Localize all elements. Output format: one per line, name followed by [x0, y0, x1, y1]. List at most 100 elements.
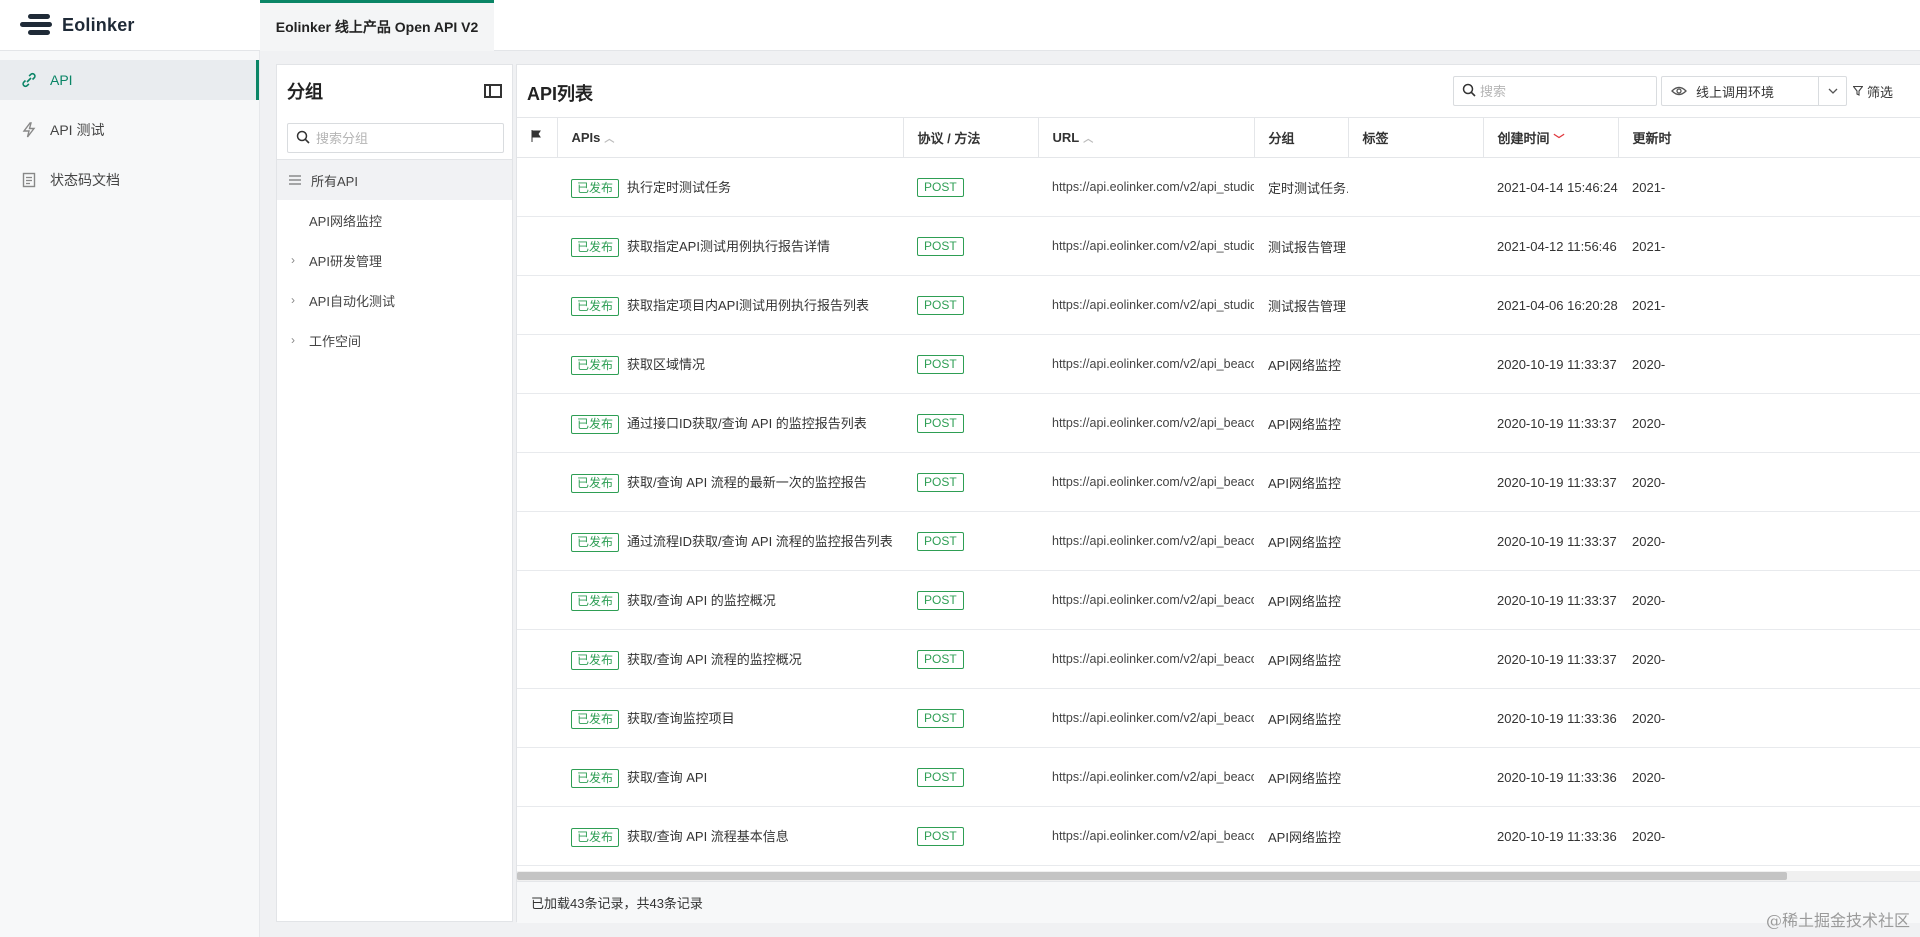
column-flag[interactable] — [517, 117, 558, 158]
group-item-automated-test[interactable]: › API自动化测试 — [277, 280, 512, 320]
cell-flag[interactable] — [517, 452, 557, 512]
table-row[interactable]: 已发布 通过流程ID获取/查询 API 流程的监控报告列表 POST https://… — [517, 511, 1920, 571]
table-row[interactable]: 已发布 获取/查询监控项目 POST https://api.eolinker.com… — [517, 688, 1920, 748]
cell-api[interactable]: 已发布 获取/查询 API 流程的最新一次的监控报告 — [557, 452, 903, 512]
cell-group: API网络监控 — [1254, 629, 1348, 689]
cell-api[interactable]: 已发布 通过接口ID获取/查询 API 的监控报告列表 — [557, 393, 903, 453]
column-group[interactable]: 分组 — [1254, 117, 1349, 158]
sidebar-item-api[interactable]: API — [0, 60, 259, 100]
filter-icon — [1852, 84, 1864, 99]
table-row[interactable]: 已发布 获取/查询 API POST https://api.eolinker.com… — [517, 747, 1920, 807]
cell-group: 测试报告管理 — [1254, 216, 1348, 276]
column-tags[interactable]: 标签 — [1348, 117, 1484, 158]
cell-tags — [1348, 688, 1483, 748]
cell-api[interactable]: 已发布 通过流程ID获取/查询 API 流程的监控报告列表 — [557, 511, 903, 571]
filter-button[interactable]: 筛选 — [1852, 82, 1893, 101]
group-item-workspace[interactable]: › 工作空间 — [277, 320, 512, 360]
column-apis[interactable]: APIs ︿ — [557, 117, 904, 158]
column-created[interactable]: 创建时间 ﹀ — [1483, 117, 1619, 158]
api-name[interactable]: 获取/查询 API 流程的监控概况 — [627, 652, 802, 667]
cell-api[interactable]: 已发布 获取指定项目内API测试用例执行报告列表 — [557, 275, 903, 335]
chevron-right-icon[interactable]: › — [291, 333, 295, 347]
chevron-down-icon[interactable] — [1818, 77, 1846, 105]
table-row[interactable]: 已发布 获取/查询 API 的监控概况 POST https://api.eolink… — [517, 570, 1920, 630]
api-search-input[interactable] — [1480, 83, 1640, 99]
group-item-network-monitor[interactable]: API网络监控 — [277, 200, 512, 240]
cell-flag[interactable] — [517, 511, 557, 571]
flag-icon — [531, 130, 541, 145]
method-badge: POST — [917, 708, 964, 728]
column-method[interactable]: 协议 / 方法 — [903, 117, 1039, 158]
scrollbar-thumb[interactable] — [517, 872, 1787, 880]
table-row[interactable]: 已发布 执行定时测试任务 POST https://api.eolinker.com/… — [517, 157, 1920, 217]
project-tab[interactable]: Eolinker 线上产品 Open API V2 — [260, 0, 494, 51]
chevron-right-icon[interactable]: › — [291, 293, 295, 307]
cell-api[interactable]: 已发布 获取区域情况 — [557, 334, 903, 394]
horizontal-scrollbar[interactable] — [517, 871, 1920, 881]
cell-api[interactable]: 已发布 获取指定API测试用例执行报告详情 — [557, 216, 903, 276]
column-updated[interactable]: 更新时 — [1618, 117, 1920, 158]
cell-method: POST — [903, 629, 1038, 689]
api-name[interactable]: 获取区域情况 — [627, 357, 705, 372]
cell-api[interactable]: 已发布 获取/查询 API 流程基本信息 — [557, 806, 903, 866]
chevron-right-icon[interactable]: › — [291, 253, 295, 267]
group-item-all[interactable]: 所有API — [277, 160, 512, 200]
api-name[interactable]: 执行定时测试任务 — [627, 180, 731, 195]
table-row[interactable]: 已发布 获取/查询 API 流程的最新一次的监控报告 POST https://api… — [517, 452, 1920, 512]
cell-updated: 2020- — [1618, 629, 1920, 689]
cell-flag[interactable] — [517, 157, 557, 217]
cell-flag[interactable] — [517, 393, 557, 453]
cell-tags — [1348, 747, 1483, 807]
cell-flag[interactable] — [517, 747, 557, 807]
group-item-label: API自动化测试 — [309, 293, 395, 309]
api-name[interactable]: 获取/查询 API 流程的最新一次的监控报告 — [627, 475, 867, 490]
sidebar-item-status-codes[interactable]: 状态码文档 — [0, 160, 259, 200]
cell-api[interactable]: 已发布 执行定时测试任务 — [557, 157, 903, 217]
api-name[interactable]: 获取/查询 API — [627, 770, 707, 785]
api-list-title: API列表 — [527, 84, 594, 104]
column-label: URL — [1052, 130, 1080, 145]
cell-url: https://api.eolinker.com/v2/api_studio/a… — [1038, 157, 1254, 217]
api-name[interactable]: 通过流程ID获取/查询 API 流程的监控报告列表 — [627, 534, 893, 549]
api-name[interactable]: 获取/查询监控项目 — [627, 711, 735, 726]
column-url[interactable]: URL ︿ — [1038, 117, 1255, 158]
api-name[interactable]: 获取/查询 API 的监控概况 — [627, 593, 776, 608]
cell-api[interactable]: 已发布 获取/查询监控项目 — [557, 688, 903, 748]
environment-select[interactable]: 线上调用环境 — [1661, 76, 1847, 106]
cell-api[interactable]: 已发布 获取/查询 API 流程的监控概况 — [557, 629, 903, 689]
cell-api[interactable]: 已发布 获取/查询 API 的监控概况 — [557, 570, 903, 630]
table-row[interactable]: 已发布 获取/查询 API 流程基本信息 POST https://api.eolin… — [517, 806, 1920, 866]
sidebar-item-api-test[interactable]: API 测试 — [0, 110, 259, 150]
cell-group: API网络监控 — [1254, 511, 1348, 571]
table-row[interactable]: 已发布 获取指定API测试用例执行报告详情 POST https://api.eoli… — [517, 216, 1920, 276]
cell-flag[interactable] — [517, 216, 557, 276]
status-badge: 已发布 — [571, 591, 620, 611]
table-row[interactable]: 已发布 获取区域情况 POST https://api.eolinker.com/v2… — [517, 334, 1920, 394]
cell-flag[interactable] — [517, 806, 557, 866]
table-row[interactable]: 已发布 通过接口ID获取/查询 API 的监控报告列表 POST https://ap… — [517, 393, 1920, 453]
column-label: 创建时间 — [1497, 131, 1550, 146]
cell-api[interactable]: 已发布 获取/查询 API — [557, 747, 903, 807]
cell-group: API网络监控 — [1254, 393, 1348, 453]
app-logo[interactable]: Eolinker — [20, 12, 135, 38]
table-row[interactable]: 已发布 获取/查询 API 流程的监控概况 POST https://api.eoli… — [517, 629, 1920, 689]
status-badge: 已发布 — [571, 237, 620, 257]
group-item-dev-management[interactable]: › API研发管理 — [277, 240, 512, 280]
table-row[interactable]: 已发布 获取指定项目内API测试用例执行报告列表 POST https://api.e… — [517, 275, 1920, 335]
cell-flag[interactable] — [517, 688, 557, 748]
group-panel-title: 分组 — [287, 82, 323, 102]
status-badge: 已发布 — [571, 768, 620, 788]
group-search-input[interactable] — [316, 130, 496, 146]
cell-flag[interactable] — [517, 334, 557, 394]
search-icon — [1462, 83, 1476, 100]
api-name[interactable]: 获取指定项目内API测试用例执行报告列表 — [627, 298, 869, 313]
api-name[interactable]: 通过接口ID获取/查询 API 的监控报告列表 — [627, 416, 867, 431]
api-name[interactable]: 获取指定API测试用例执行报告详情 — [627, 239, 830, 254]
api-name[interactable]: 获取/查询 API 流程基本信息 — [627, 829, 789, 844]
cell-url: https://api.eolinker.com/v2/api_beacon/a… — [1038, 393, 1254, 453]
cell-flag[interactable] — [517, 629, 557, 689]
cell-tags — [1348, 157, 1483, 217]
cell-flag[interactable] — [517, 275, 557, 335]
cell-flag[interactable] — [517, 570, 557, 630]
collapse-panel-icon[interactable] — [484, 84, 502, 98]
